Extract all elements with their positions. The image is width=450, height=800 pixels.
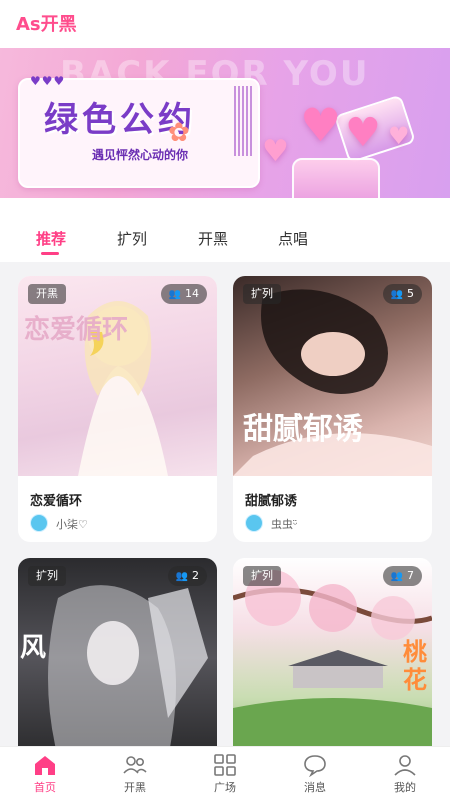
nav-square[interactable]: 广场 <box>195 753 255 795</box>
member-count-badge: 👥 7 <box>382 566 422 586</box>
heart-icon: ♥ <box>388 122 410 150</box>
heart-icon: ♥ <box>300 98 342 152</box>
cover-caption: 桃花 <box>403 638 427 694</box>
nav-profile[interactable]: 我的 <box>375 753 435 795</box>
cover-caption: 恋爱循环 <box>24 315 129 345</box>
profile-icon <box>394 755 416 776</box>
nav-home[interactable]: 首页 <box>15 753 75 795</box>
avatar <box>245 514 263 532</box>
nav-messages[interactable]: 消息 <box>285 753 345 795</box>
room-card[interactable]: 风 扩列 👥 2 <box>18 558 217 746</box>
room-feed[interactable]: 恋爱循环 开黑 👥 14 恋爱循环 小柒♡ 甜腻郁诱 扩列 👥 5 甜腻郁诱 虫虫ᵕ… <box>0 262 450 746</box>
cover-illustration <box>78 301 168 476</box>
group-icon <box>123 756 147 774</box>
room-tag: 扩列 <box>28 566 66 586</box>
room-title: 甜腻郁诱 <box>245 494 298 509</box>
users-icon: 👥 <box>390 571 403 582</box>
nav-label: 广场 <box>214 781 236 794</box>
cover-caption: 风 <box>20 633 47 663</box>
category-tabs: 推荐 扩列 开黑 点唱 <box>0 212 450 262</box>
cover-caption: 甜腻郁诱 <box>243 412 363 447</box>
room-cover-image <box>18 276 217 476</box>
app-header: As开黑 <box>0 0 450 48</box>
nav-label: 开黑 <box>124 781 146 794</box>
member-count: 7 <box>407 569 414 582</box>
heart-icon: ♥ <box>262 134 289 169</box>
member-count-badge: 👥 5 <box>382 284 422 304</box>
users-icon: 👥 <box>390 289 403 300</box>
users-icon: 👥 <box>175 571 188 582</box>
banner-subtitle: 遇见怦然心动的你 <box>92 148 189 162</box>
hearts-decoration-icon: ♥♥♥ <box>30 74 66 88</box>
tab-expand[interactable]: 扩列 <box>117 228 147 249</box>
home-icon <box>35 756 55 775</box>
nav-play-together[interactable]: 开黑 <box>105 753 165 795</box>
nav-label: 消息 <box>304 781 326 794</box>
tab-play-together[interactable]: 开黑 <box>198 228 228 249</box>
room-card[interactable]: 甜腻郁诱 扩列 👥 5 甜腻郁诱 虫虫ᵕ̈ <box>233 276 432 542</box>
room-card[interactable]: 恋爱循环 开黑 👥 14 恋爱循环 小柒♡ <box>18 276 217 542</box>
room-tag: 扩列 <box>243 284 281 304</box>
owner-name: 虫虫ᵕ̈ <box>271 518 298 531</box>
member-count-badge: 👥 2 <box>167 566 207 586</box>
tab-song-request[interactable]: 点唱 <box>278 228 308 249</box>
users-icon: 👥 <box>168 289 181 300</box>
room-title: 恋爱循环 <box>30 494 83 509</box>
active-tab-indicator <box>41 252 59 255</box>
message-icon <box>304 755 326 777</box>
member-count: 14 <box>185 287 199 300</box>
room-tag: 开黑 <box>28 284 66 304</box>
tab-recommend[interactable]: 推荐 <box>36 228 66 249</box>
member-count-badge: 👥 14 <box>160 284 207 304</box>
nav-label: 首页 <box>34 781 56 794</box>
owner-name: 小柒♡ <box>56 518 88 531</box>
flower-icon: ✿ <box>168 118 190 148</box>
promo-banner[interactable]: BACK FOR YOU ♥♥♥ 绿色公约 遇见怦然心动的你 ✿ ♥ ♥ ♥ ♥ <box>0 48 450 198</box>
room-tag: 扩列 <box>243 566 281 586</box>
gift-box-decoration <box>292 158 380 198</box>
member-count: 5 <box>407 287 414 300</box>
ticket-barcode <box>234 86 252 156</box>
bottom-nav: 首页 开黑 广场 消息 我的 <box>0 746 450 800</box>
nav-label: 我的 <box>394 781 416 794</box>
room-card[interactable]: 桃花 扩列 👥 7 <box>233 558 432 746</box>
grid-icon <box>214 754 236 776</box>
member-count: 2 <box>192 569 199 582</box>
heart-icon: ♥ <box>345 110 381 156</box>
app-title: As开黑 <box>16 14 77 35</box>
avatar <box>30 514 48 532</box>
